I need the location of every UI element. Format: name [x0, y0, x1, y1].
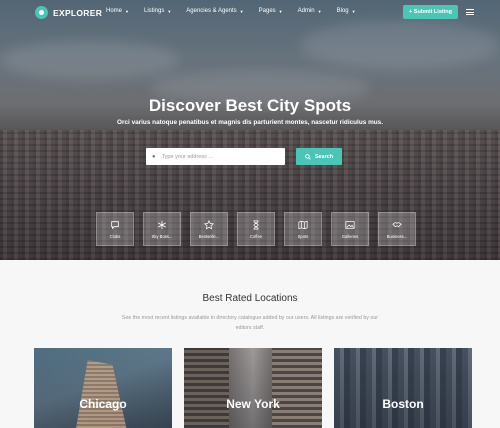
- nav-item-agencies[interactable]: Agencies & Agents ▼: [186, 8, 243, 14]
- chevron-down-icon: ▼: [278, 8, 283, 14]
- top-navbar: EXPLORER Home ▼ Listings ▼ Agencies & Agen…: [0, 0, 500, 26]
- section-title: Best Rated Locations: [202, 293, 298, 304]
- category-label: Bestselle...: [198, 233, 220, 239]
- category-bar: Clubs Sky Boss... Bestselle... Coffee Sp…: [96, 212, 425, 246]
- chevron-down-icon: ▼: [167, 8, 172, 14]
- nav-item-home[interactable]: Home ▼: [106, 8, 129, 14]
- nav-item-admin[interactable]: Admin ▼: [298, 8, 322, 14]
- flatiron-building-image: [74, 360, 129, 428]
- nav-label: Blog: [336, 8, 349, 14]
- building-image: [184, 348, 229, 428]
- hero-title: Discover Best City Spots: [148, 96, 352, 115]
- city-name: Boston: [382, 397, 424, 411]
- nav-label: Agencies & Agents: [186, 8, 237, 14]
- logo[interactable]: EXPLORER: [35, 6, 102, 19]
- location-pin-icon: ●: [152, 153, 156, 160]
- category-label: Coffee: [249, 233, 263, 239]
- logo-pin-icon: [35, 6, 48, 19]
- search-icon: [304, 153, 311, 160]
- submit-listing-button[interactable]: + Submit Listing: [403, 5, 458, 19]
- category-galleries[interactable]: Galleries: [331, 212, 369, 246]
- nav-label: Admin: [297, 8, 315, 14]
- city-name: New York: [226, 397, 280, 411]
- nav-item-blog[interactable]: Blog ▼: [337, 8, 356, 14]
- city-card-boston[interactable]: Boston: [334, 348, 472, 428]
- hourglass-icon: [253, 219, 259, 230]
- main-nav: Home ▼ Listings ▼ Agencies & Agents ▼ Pages…: [106, 8, 371, 14]
- search-button[interactable]: Search: [296, 148, 342, 165]
- category-label: Business...: [386, 233, 408, 239]
- handshake-icon: [392, 221, 402, 227]
- city-name: Chicago: [79, 397, 127, 411]
- search-placeholder: Type your address ...: [161, 153, 213, 160]
- image-icon: [345, 220, 355, 229]
- category-label: Clubs: [109, 233, 121, 239]
- category-spots[interactable]: Spots: [284, 212, 322, 246]
- logo-text: EXPLORER: [53, 7, 103, 18]
- city-card-chicago[interactable]: Chicago: [34, 348, 172, 428]
- nav-label: Pages: [258, 8, 276, 14]
- category-coffee[interactable]: Coffee: [237, 212, 275, 246]
- hero-banner: EXPLORER Home ▼ Listings ▼ Agencies & Agen…: [0, 0, 500, 260]
- section-description: See the most recent listings available i…: [121, 315, 379, 331]
- city-card-new-york[interactable]: New York: [184, 348, 322, 428]
- chevron-down-icon: ▼: [317, 8, 322, 14]
- nav-label: Listings: [143, 8, 165, 14]
- search-button-label: Search: [314, 153, 334, 160]
- chat-bubble-icon: [111, 220, 119, 229]
- chevron-down-icon: ▼: [351, 8, 356, 14]
- chevron-down-icon: ▼: [239, 8, 244, 14]
- category-sky-boss[interactable]: Sky Boss...: [143, 212, 181, 246]
- chevron-down-icon: ▼: [125, 8, 129, 14]
- category-clubs[interactable]: Clubs: [96, 212, 134, 246]
- hero-subtitle: Orci varius natoque penatibus et magnis …: [117, 119, 383, 126]
- star-icon: [204, 219, 214, 229]
- nav-label: Home: [106, 8, 123, 14]
- nav-item-listings[interactable]: Listings ▼: [144, 8, 171, 14]
- category-business[interactable]: Business...: [378, 212, 416, 246]
- category-label: Spots: [297, 233, 309, 239]
- category-label: Galleries: [341, 233, 359, 239]
- category-label: Sky Boss...: [151, 233, 173, 239]
- category-bestsellers[interactable]: Bestselle...: [190, 212, 228, 246]
- map-icon: [298, 220, 308, 229]
- snowflake-icon: [158, 220, 166, 229]
- search-input[interactable]: ● Type your address ...: [146, 148, 285, 165]
- nav-item-pages[interactable]: Pages ▼: [259, 8, 283, 14]
- hamburger-menu-icon[interactable]: [466, 9, 474, 16]
- building-image: [272, 348, 322, 428]
